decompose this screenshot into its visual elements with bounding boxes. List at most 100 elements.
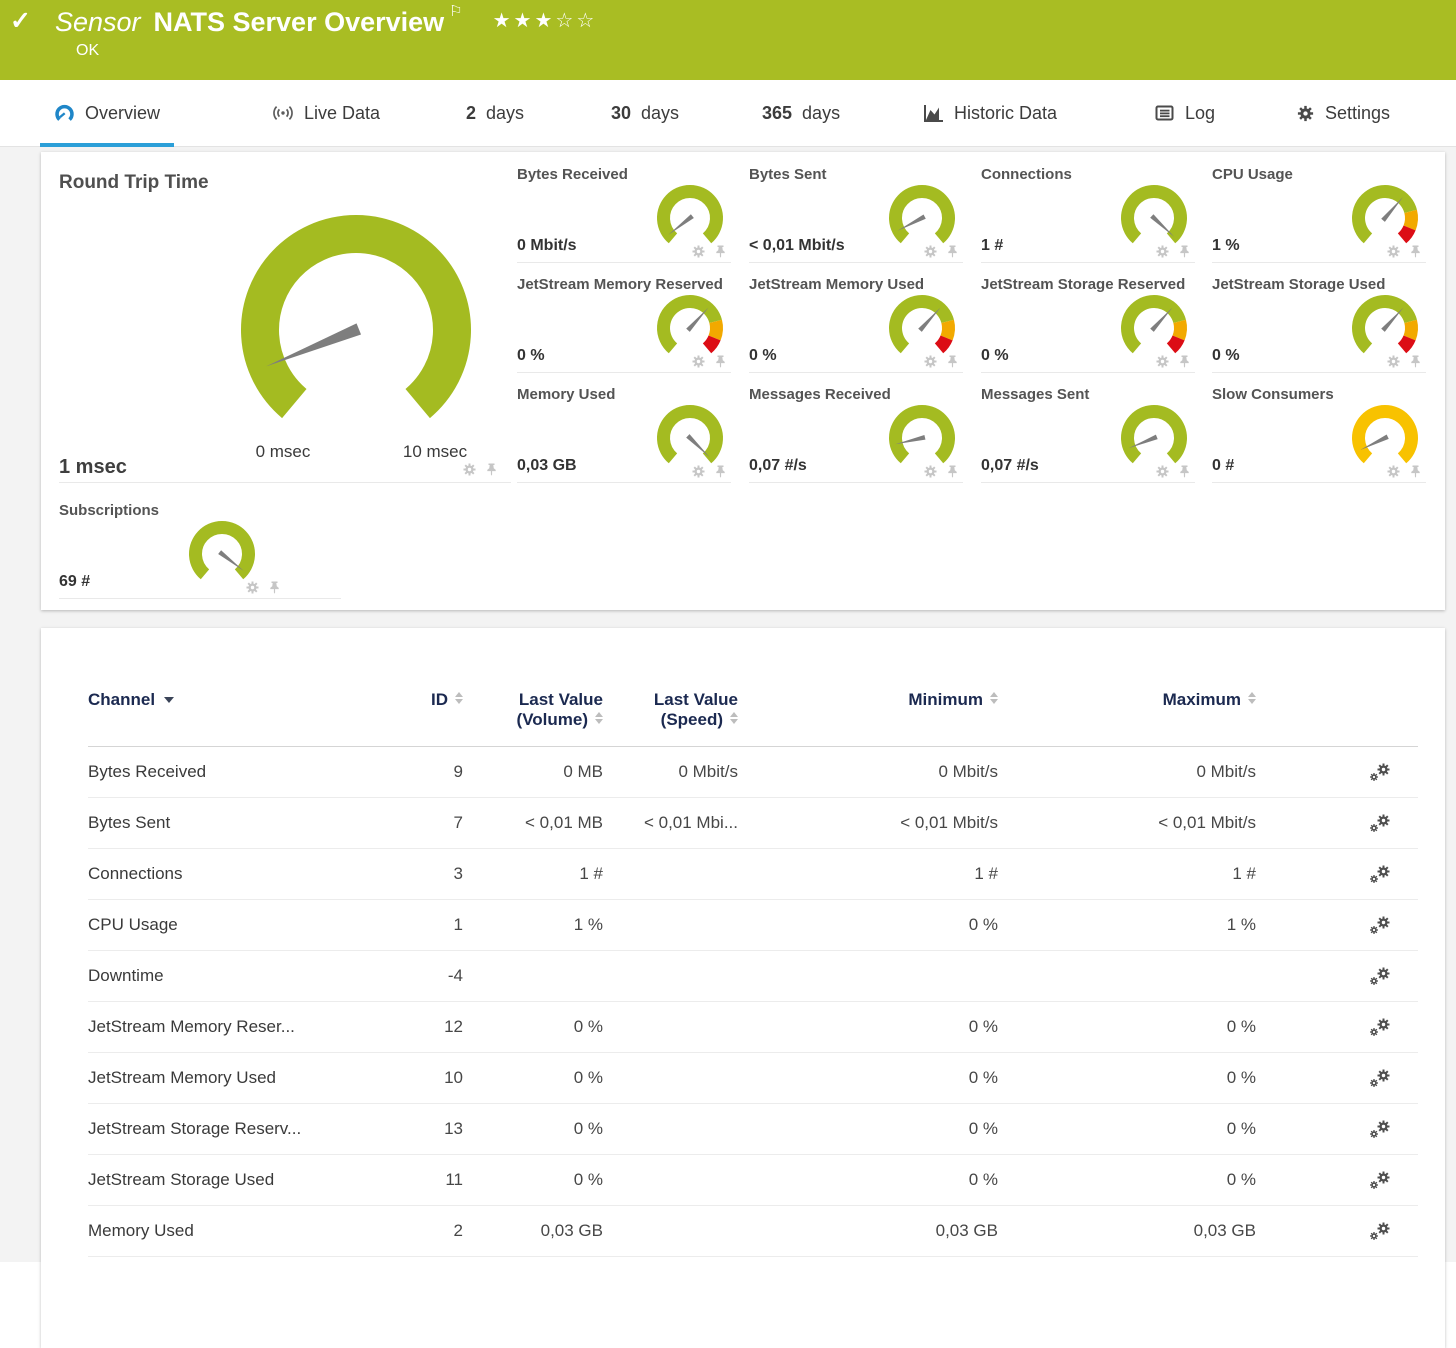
pin-icon[interactable] (945, 244, 960, 259)
gauge-title: Messages Received (749, 386, 891, 403)
gear-icon[interactable] (1155, 244, 1170, 259)
maximum-value: 1 % (998, 900, 1256, 951)
last-value-volume: 0 % (463, 1104, 603, 1155)
maximum-value: 0 % (998, 1002, 1256, 1053)
table-row[interactable]: JetStream Storage Reserv... 13 0 % 0 % 0… (88, 1104, 1418, 1155)
gauge-title: Memory Used (517, 386, 615, 403)
gauge-value: 1 # (981, 237, 1003, 255)
channel-settings-gears-icon[interactable] (1369, 1068, 1392, 1089)
channel-name: JetStream Memory Used (88, 1053, 388, 1104)
table-row[interactable]: Connections 3 1 # 1 # 1 # (88, 849, 1418, 900)
channel-settings-gears-icon[interactable] (1369, 762, 1392, 783)
last-value-volume: 0 % (463, 1155, 603, 1206)
gear-icon[interactable] (462, 462, 477, 477)
tab-30-days[interactable]: 30 days (597, 80, 693, 146)
gear-icon[interactable] (691, 464, 706, 479)
pin-icon[interactable] (1408, 464, 1423, 479)
channel-settings-gears-icon[interactable] (1369, 1221, 1392, 1242)
column-header-last-value-volume[interactable]: Last Value (Volume) (463, 678, 603, 747)
channel-settings-gears-icon[interactable] (1369, 1017, 1392, 1038)
gear-icon[interactable] (245, 580, 260, 595)
column-header-maximum[interactable]: Maximum (998, 678, 1256, 747)
channel-name: Memory Used (88, 1206, 388, 1257)
pin-icon[interactable] (1177, 244, 1192, 259)
minimum-value: < 0,01 Mbit/s (738, 798, 998, 849)
gauge-card-round-trip-time: Round Trip Time 0 msec 10 msec 1 msec (59, 166, 511, 483)
channel-name: Bytes Received (88, 747, 388, 798)
tab-2-days[interactable]: 2 days (452, 80, 538, 146)
pin-icon[interactable] (1177, 354, 1192, 369)
column-header-id[interactable]: ID (388, 678, 463, 747)
gear-icon[interactable] (923, 464, 938, 479)
pin-icon[interactable] (267, 580, 282, 595)
last-value-volume: 1 # (463, 849, 603, 900)
priority-stars[interactable]: ★★★☆☆ (493, 6, 598, 36)
pin-icon[interactable] (484, 462, 499, 477)
channel-settings-gears-icon[interactable] (1369, 813, 1392, 834)
gauge-title: Subscriptions (59, 502, 159, 519)
channel-settings-gears-icon[interactable] (1369, 915, 1392, 936)
maximum-value: 0 % (998, 1053, 1256, 1104)
channel-settings-gears-icon[interactable] (1369, 864, 1392, 885)
maximum-value: < 0,01 Mbit/s (998, 798, 1256, 849)
table-row[interactable]: Memory Used 2 0,03 GB 0,03 GB 0,03 GB (88, 1206, 1418, 1257)
gear-icon[interactable] (923, 354, 938, 369)
pin-icon[interactable] (1408, 244, 1423, 259)
flag-icon[interactable]: ⚐ (449, 2, 462, 20)
table-row[interactable]: CPU Usage 1 1 % 0 % 1 % (88, 900, 1418, 951)
channels-table: Channel ID Last Value (Volume) Last Valu… (88, 678, 1418, 1257)
gauge-title: Bytes Sent (749, 166, 827, 183)
pin-icon[interactable] (713, 244, 728, 259)
channel-settings-gears-icon[interactable] (1369, 966, 1392, 987)
table-row[interactable]: JetStream Memory Reser... 12 0 % 0 % 0 % (88, 1002, 1418, 1053)
table-row[interactable]: Bytes Sent 7 < 0,01 MB < 0,01 Mbi... < 0… (88, 798, 1418, 849)
table-row[interactable]: Downtime -4 (88, 951, 1418, 1002)
tab-settings[interactable]: Settings (1282, 80, 1404, 146)
last-value-speed (603, 951, 738, 1002)
channel-settings-gears-icon[interactable] (1369, 1119, 1392, 1140)
tab-historic-data[interactable]: Historic Data (908, 80, 1071, 146)
channels-panel: Channel ID Last Value (Volume) Last Valu… (41, 628, 1445, 1348)
channel-settings-gears-icon[interactable] (1369, 1170, 1392, 1191)
tab-overview[interactable]: Overview (40, 80, 174, 146)
table-row[interactable]: Bytes Received 9 0 MB 0 Mbit/s 0 Mbit/s … (88, 747, 1418, 798)
pin-icon[interactable] (945, 464, 960, 479)
channel-id: 13 (388, 1104, 463, 1155)
maximum-value (998, 951, 1256, 1002)
last-value-volume: < 0,01 MB (463, 798, 603, 849)
pin-icon[interactable] (713, 464, 728, 479)
channel-id: 12 (388, 1002, 463, 1053)
column-header-channel[interactable]: Channel (88, 678, 388, 747)
gauge-value: 0,07 #/s (981, 457, 1039, 475)
gear-icon[interactable] (1155, 354, 1170, 369)
table-row[interactable]: JetStream Storage Used 11 0 % 0 % 0 % (88, 1155, 1418, 1206)
gauge-value: 0,07 #/s (749, 457, 807, 475)
column-header-last-value-speed[interactable]: Last Value (Speed) (603, 678, 738, 747)
pin-icon[interactable] (945, 354, 960, 369)
tab-bar: Overview Live Data 2 days 30 days 365 da… (0, 80, 1456, 147)
gear-icon[interactable] (1386, 464, 1401, 479)
tab-365-days[interactable]: 365 days (748, 80, 854, 146)
pin-icon[interactable] (1177, 464, 1192, 479)
table-row[interactable]: JetStream Memory Used 10 0 % 0 % 0 % (88, 1053, 1418, 1104)
column-header-minimum[interactable]: Minimum (738, 678, 998, 747)
gauge-value: 0 % (517, 347, 545, 365)
pin-icon[interactable] (713, 354, 728, 369)
gear-icon[interactable] (691, 244, 706, 259)
gear-icon[interactable] (691, 354, 706, 369)
maximum-value: 0 % (998, 1155, 1256, 1206)
gauge-card-memory-used: Memory Used 0,03 GB (517, 385, 731, 483)
gauge-title: Slow Consumers (1212, 386, 1334, 403)
column-header-actions (1256, 678, 1418, 747)
tab-log[interactable]: Log (1140, 80, 1229, 146)
tab-live-data[interactable]: Live Data (258, 80, 394, 146)
last-value-volume: 1 % (463, 900, 603, 951)
gauge-card-subscriptions: Subscriptions 69 # (59, 501, 341, 599)
gear-icon[interactable] (1155, 464, 1170, 479)
channel-name: Connections (88, 849, 388, 900)
gear-icon[interactable] (1386, 354, 1401, 369)
gear-icon[interactable] (1386, 244, 1401, 259)
gear-icon[interactable] (923, 244, 938, 259)
pin-icon[interactable] (1408, 354, 1423, 369)
gauge-value: 0 % (749, 347, 777, 365)
